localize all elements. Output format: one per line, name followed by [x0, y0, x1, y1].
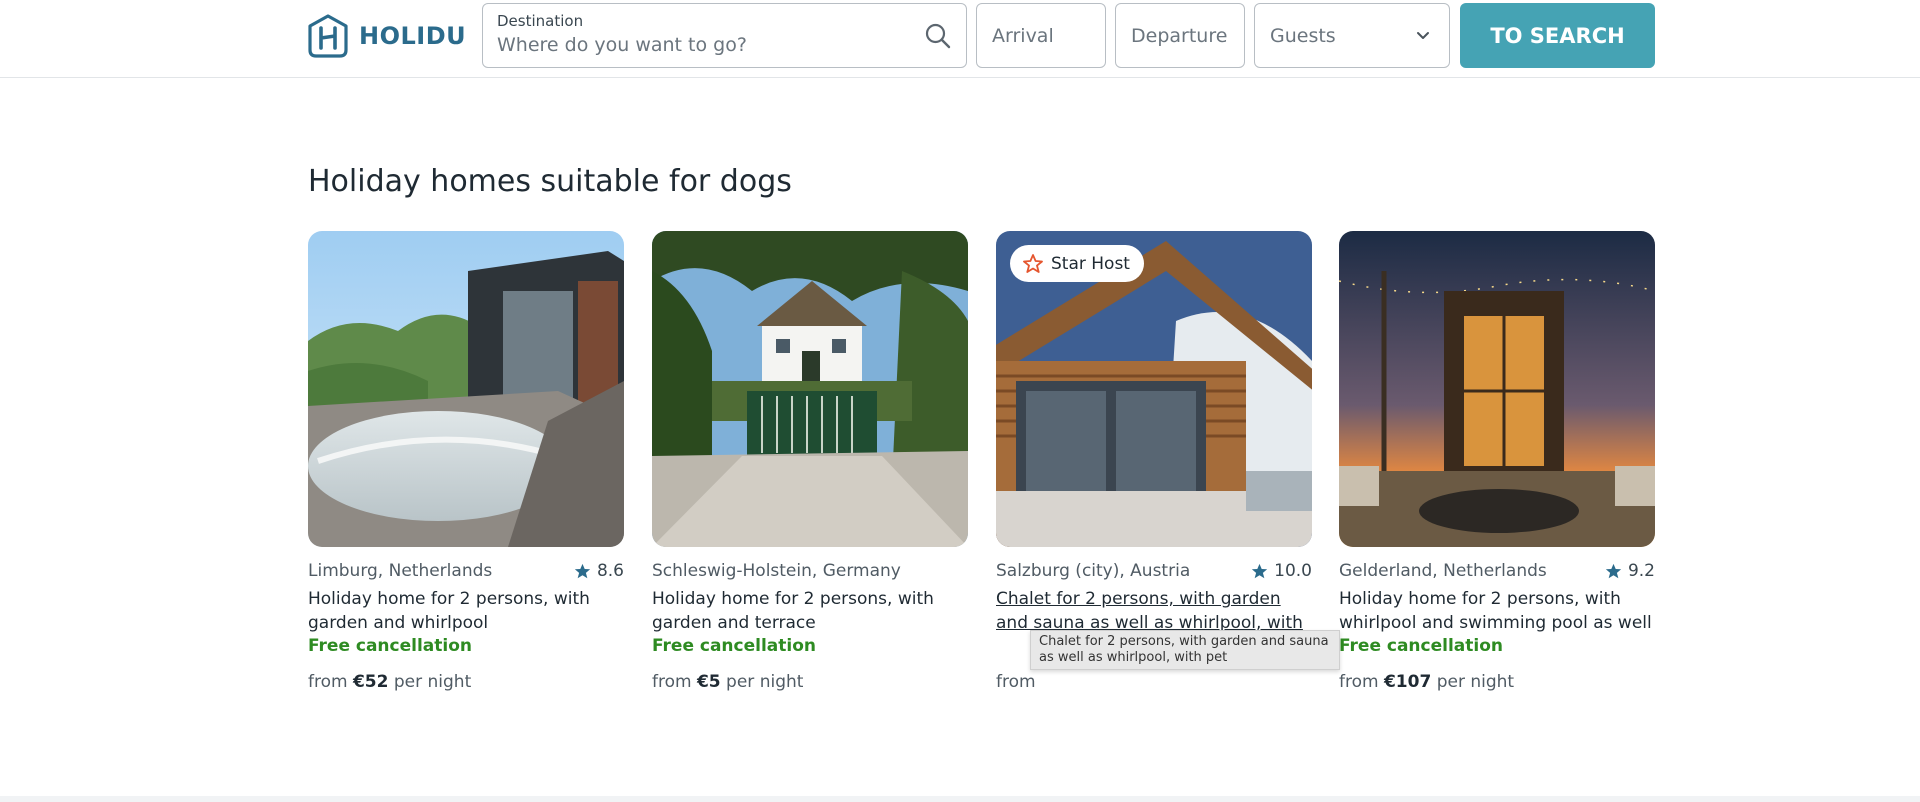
- arrival-label: Arrival: [992, 24, 1054, 47]
- departure-date-field[interactable]: Departure: [1115, 3, 1245, 68]
- property-title[interactable]: Holiday home for 2 persons, with garden …: [652, 587, 968, 635]
- destination-field[interactable]: Destination: [482, 3, 967, 68]
- holidu-logo-icon: [308, 14, 348, 58]
- title-tooltip: Chalet for 2 persons, with garden and sa…: [1030, 630, 1340, 670]
- property-image[interactable]: Star Host: [996, 231, 1312, 547]
- price: from €52 per night: [308, 672, 471, 692]
- rating-value: 10.0: [1274, 561, 1312, 581]
- price: from €107 per night: [1339, 672, 1514, 692]
- property-card[interactable]: Star Host Salzburg (city), Austria 10.0 …: [996, 231, 1312, 692]
- section-title: Holiday homes suitable for dogs: [308, 164, 792, 199]
- price: from: [996, 672, 1036, 692]
- star-icon: [1251, 563, 1268, 578]
- guests-select[interactable]: Guests: [1254, 3, 1450, 68]
- brand-name: HOLIDU: [359, 22, 467, 50]
- search-icon[interactable]: [924, 22, 952, 50]
- rating-value: 8.6: [596, 561, 624, 581]
- property-card[interactable]: Schleswig-Holstein, Germany Holiday home…: [652, 231, 968, 692]
- price-value: €107: [1383, 672, 1432, 692]
- search-button[interactable]: TO SEARCH: [1460, 3, 1655, 68]
- rating-value: 9.2: [1627, 561, 1655, 581]
- rating: 9.2: [1605, 561, 1655, 581]
- arrival-date-field[interactable]: Arrival: [976, 3, 1106, 68]
- price: from €5 per night: [652, 672, 803, 692]
- property-location: Salzburg (city), Austria: [996, 561, 1191, 581]
- destination-label: Destination: [497, 12, 584, 30]
- property-title[interactable]: Holiday home for 2 persons, with garden …: [308, 587, 624, 635]
- price-value: €52: [352, 672, 389, 692]
- holidu-logo[interactable]: HOLIDU: [307, 14, 466, 58]
- free-cancellation: Free cancellation: [652, 636, 817, 656]
- property-image[interactable]: [308, 231, 624, 547]
- property-location: Schleswig-Holstein, Germany: [652, 561, 901, 581]
- chevron-down-icon: [1417, 32, 1429, 39]
- star-host-icon: [1023, 253, 1043, 273]
- rating: 10.0: [1251, 561, 1312, 581]
- price-prefix: from: [652, 672, 692, 692]
- footer-divider: [0, 796, 1920, 802]
- property-card[interactable]: Limburg, Netherlands 8.6 Holiday home fo…: [308, 231, 624, 692]
- departure-label: Departure: [1131, 24, 1228, 47]
- star-host-badge: Star Host: [1010, 245, 1144, 282]
- star-icon: [1605, 563, 1622, 578]
- guests-label: Guests: [1270, 24, 1336, 47]
- price-suffix: per night: [393, 672, 472, 692]
- price-prefix: from: [308, 672, 348, 692]
- price-suffix: per night: [1436, 672, 1515, 692]
- price-suffix: per night: [726, 672, 804, 692]
- property-image[interactable]: [652, 231, 968, 547]
- badge-label: Star Host: [1051, 253, 1130, 274]
- top-navigation-bar: HOLIDU Destination Arrival Departure Gue…: [0, 0, 1920, 78]
- property-location: Limburg, Netherlands: [308, 561, 493, 581]
- price-value: €5: [696, 672, 721, 692]
- property-location: Gelderland, Netherlands: [1339, 561, 1547, 581]
- destination-input[interactable]: [497, 34, 897, 56]
- star-icon: [574, 563, 591, 578]
- property-image[interactable]: [1339, 231, 1655, 547]
- free-cancellation: Free cancellation: [308, 636, 473, 656]
- property-card[interactable]: Gelderland, Netherlands 9.2 Holiday home…: [1339, 231, 1655, 692]
- price-prefix: from: [1339, 672, 1379, 692]
- free-cancellation: Free cancellation: [1339, 636, 1504, 656]
- property-title[interactable]: Holiday home for 2 persons, with whirlpo…: [1339, 587, 1655, 635]
- price-prefix: from: [996, 672, 1036, 692]
- rating: 8.6: [574, 561, 624, 581]
- property-title[interactable]: Chalet for 2 persons, with garden and sa…: [996, 587, 1312, 635]
